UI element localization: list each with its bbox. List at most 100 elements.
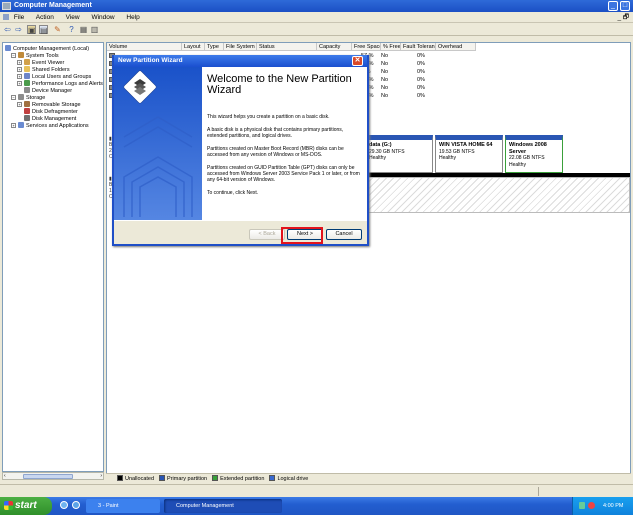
tree-item-label: Services and Applications <box>26 123 89 129</box>
menu-action[interactable]: Action <box>36 14 54 21</box>
status-bar <box>0 484 633 497</box>
table-cell: No <box>381 85 389 91</box>
cancel-button[interactable]: Cancel <box>326 229 362 240</box>
column-header[interactable]: Volume <box>107 43 182 51</box>
window-title-bar[interactable]: Computer Management <box>0 0 633 12</box>
tree-expander-icon[interactable]: + <box>17 67 22 72</box>
tray-clock: 4:00 PM <box>603 503 624 509</box>
disk-view-icon[interactable]: ▥ <box>90 25 99 34</box>
show-hide-tree-icon[interactable]: ▤ <box>39 25 48 35</box>
table-cell: No <box>381 69 389 75</box>
column-header[interactable]: File System <box>224 43 257 51</box>
legend-swatch <box>117 475 123 481</box>
column-header[interactable]: Layout <box>182 43 205 51</box>
users-icon <box>24 73 30 79</box>
wizard-paragraph-1: This wizard helps you create a partition… <box>207 114 330 120</box>
menu-view[interactable]: View <box>66 14 80 21</box>
tree-expander-icon[interactable]: − <box>11 95 16 100</box>
quick-launch-desktop-icon[interactable] <box>72 501 80 509</box>
folder-icon <box>24 66 30 72</box>
help-icon[interactable]: ? <box>67 25 76 34</box>
wizard-separator <box>114 220 367 221</box>
tray-security-icon[interactable] <box>588 502 595 509</box>
wizard-paragraph-5: To continue, click Next. <box>207 190 259 196</box>
table-cell: 0% <box>417 69 425 75</box>
up-folder-icon[interactable]: ▣ <box>27 25 36 35</box>
taskbar-item-computer-management[interactable]: Computer Management <box>164 499 282 513</box>
event-viewer-icon <box>24 59 30 65</box>
menu-file[interactable]: File <box>14 14 24 21</box>
performance-icon <box>24 80 30 86</box>
start-label: start <box>15 500 37 511</box>
legend-label: Unallocated <box>125 476 155 482</box>
system-tray: 4:00 PM <box>572 497 633 515</box>
partition-block[interactable]: WIN VISTA HOME 64 19.53 GB NTFS Healthy <box>435 135 503 173</box>
legend-swatch <box>159 475 166 481</box>
console-tree: Computer Management (Local) − System Tools… <box>2 42 104 472</box>
defrag-icon <box>24 108 30 114</box>
wizard-paragraph-2: A basic disk is a physical disk that con… <box>207 127 344 139</box>
menu-app-icon <box>3 14 9 20</box>
computer-icon <box>5 45 11 51</box>
menu-window[interactable]: Window <box>91 14 114 21</box>
taskbar: start 3 - Paint Computer Management 4:00… <box>0 497 633 515</box>
partition-name: WIN VISTA HOME 64 <box>439 142 493 148</box>
scrollbar-thumb[interactable] <box>23 474 73 479</box>
table-cell: 0% <box>417 53 425 59</box>
maximize-button[interactable]: □ <box>620 1 630 11</box>
column-header[interactable]: Type <box>205 43 224 51</box>
table-cell: 0% <box>417 93 425 99</box>
properties-icon[interactable]: ✎ <box>53 25 62 34</box>
services-icon <box>18 122 24 128</box>
tray-network-icon[interactable] <box>579 502 585 509</box>
next-button-highlight <box>281 227 323 244</box>
partition-status: Healthy <box>439 155 456 161</box>
tree-expander-icon[interactable]: + <box>17 60 22 65</box>
menu-help[interactable]: Help <box>126 14 139 21</box>
window-title: Computer Management <box>14 2 92 9</box>
column-header[interactable]: Capacity <box>317 43 352 51</box>
tree-expander-icon[interactable]: + <box>17 81 22 86</box>
tree-expander-icon[interactable]: + <box>11 123 16 128</box>
column-header[interactable]: Fault Tolerance <box>401 43 436 51</box>
menu-bar: File Action View Window Help _ 🗗 <box>0 12 633 23</box>
wizard-close-button[interactable]: ✕ <box>352 56 363 66</box>
computer-management-icon <box>2 2 11 10</box>
new-partition-wizard-dialog: New Partition Wizard ✕ Welcome to the Ne… <box>112 55 369 246</box>
column-header[interactable]: Status <box>257 43 317 51</box>
table-cell: 0% <box>417 77 425 83</box>
disk-hatched-region[interactable] <box>365 177 630 213</box>
legend-label: Primary partition <box>167 476 208 482</box>
scroll-left-icon[interactable]: ‹ <box>4 473 6 479</box>
taskbar-item-paint[interactable]: 3 - Paint <box>86 499 160 513</box>
partition-block[interactable]: Windows 2008 Server 22.08 GB NTFS Healthy <box>505 135 563 173</box>
back-button[interactable]: < Back <box>249 229 285 240</box>
tree-horizontal-scrollbar[interactable]: ‹ › <box>2 472 104 480</box>
scroll-right-icon[interactable]: › <box>100 473 102 479</box>
tools-icon <box>18 52 24 58</box>
wizard-title-bar[interactable]: New Partition Wizard <box>114 55 367 67</box>
table-cell: No <box>381 61 389 67</box>
tree-expander-icon[interactable]: − <box>11 53 16 58</box>
tree-expander-icon[interactable]: + <box>17 74 22 79</box>
disk-stack-icon <box>123 70 193 217</box>
table-cell: No <box>381 77 389 83</box>
partition-name: Windows 2008 Server <box>509 142 547 155</box>
tree-expander-icon[interactable]: + <box>17 102 22 107</box>
quick-launch-ie-icon[interactable] <box>60 501 68 509</box>
minimize-button[interactable]: _ <box>608 1 618 11</box>
tree-item[interactable]: + Services and Applications <box>11 122 89 130</box>
column-header[interactable]: Overhead <box>436 43 476 51</box>
back-arrow-icon[interactable]: ⇦ <box>3 25 12 34</box>
table-cell: No <box>381 93 389 99</box>
wizard-sidebar <box>114 67 202 220</box>
legend-swatch <box>269 475 276 481</box>
disk-legend: Unallocated Primary partition Extended par… <box>106 473 631 484</box>
settings-icon[interactable]: ▦ <box>79 25 88 34</box>
partition-status: Healthy <box>369 155 386 161</box>
mdi-controls[interactable]: _ 🗗 <box>617 12 629 23</box>
column-header[interactable]: Free Space <box>352 43 381 51</box>
forward-arrow-icon[interactable]: ⇨ <box>14 25 23 34</box>
column-header[interactable]: % Free <box>381 43 401 51</box>
partition-block[interactable]: data (G:) 29.30 GB NTFS Healthy <box>365 135 433 173</box>
